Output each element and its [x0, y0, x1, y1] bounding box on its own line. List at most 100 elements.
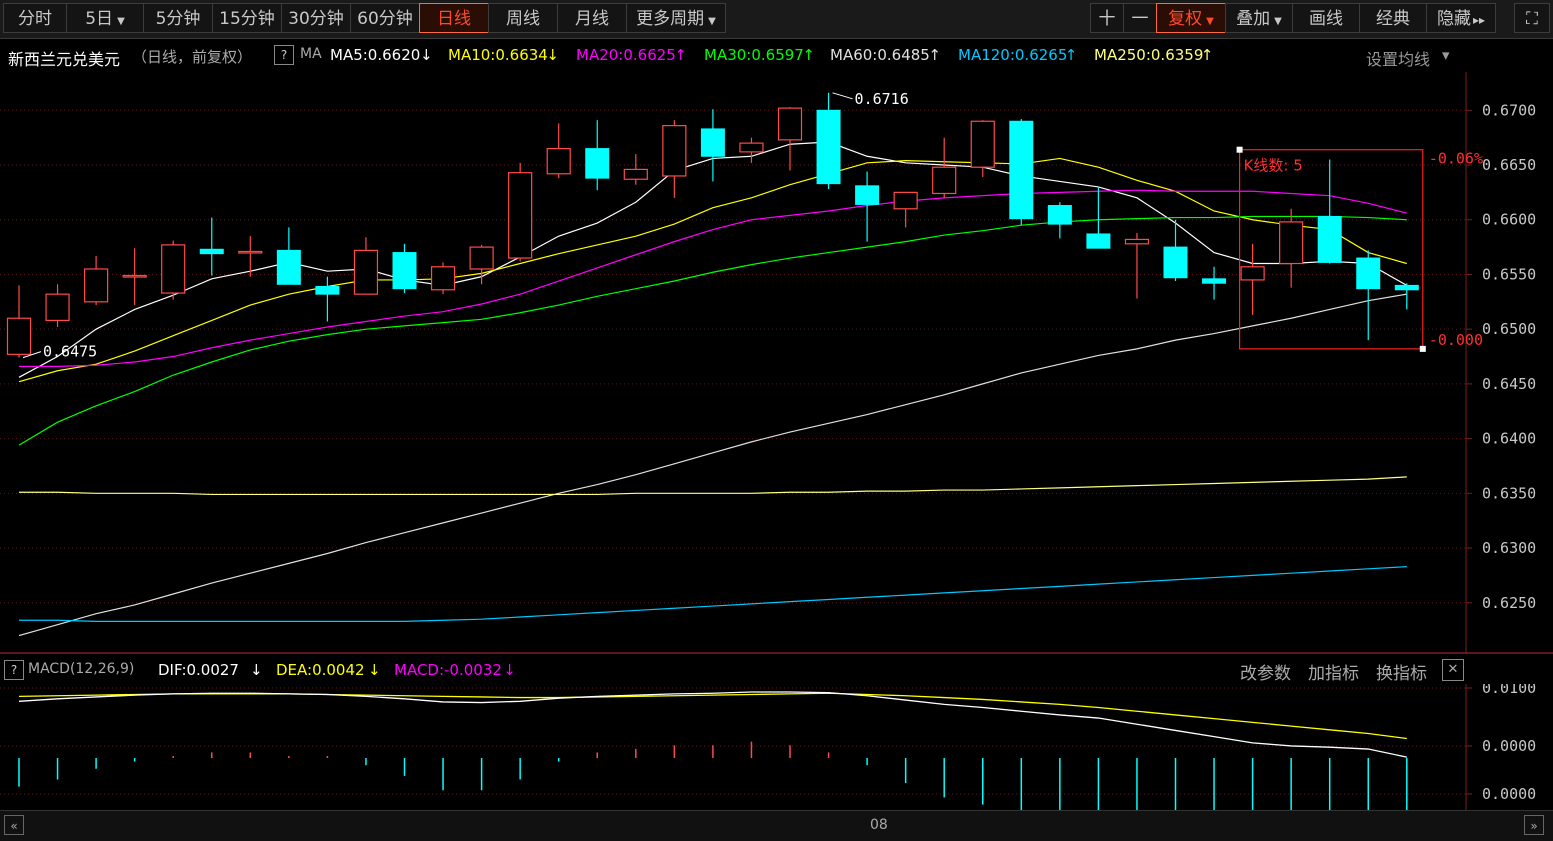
- period-button-5[interactable]: 60分钟: [350, 3, 420, 33]
- candle[interactable]: [45, 284, 70, 327]
- candle[interactable]: [932, 137, 957, 198]
- period-button-7[interactable]: 周线: [488, 3, 558, 33]
- chevron-down-icon: ▼: [1206, 16, 1214, 27]
- ma-value-3: MA30:0.6597: [704, 46, 804, 64]
- ma-line-ma250: [19, 476, 1407, 496]
- candle[interactable]: [1009, 119, 1034, 226]
- macd-chart[interactable]: 0.0100 0.0000 0.0000: [0, 684, 1553, 810]
- candle[interactable]: [83, 255, 109, 306]
- arrow-icon: ↑: [674, 46, 687, 64]
- candle[interactable]: [1124, 232, 1150, 299]
- selection-handle[interactable]: [1419, 345, 1426, 352]
- candle[interactable]: [816, 92, 841, 190]
- candle-body: [546, 148, 571, 175]
- chevron-down-icon: ▼: [117, 16, 125, 27]
- kline-chart[interactable]: 0.6250 0.6300 0.6350 0.6400 0.6450 0.6500 0.65…: [0, 72, 1553, 654]
- candle[interactable]: [392, 243, 417, 294]
- candle[interactable]: [739, 137, 764, 163]
- macd-name: MACD(12,26,9): [28, 661, 135, 677]
- selection-handle[interactable]: [1236, 146, 1243, 153]
- candle[interactable]: [546, 123, 571, 179]
- arrow-icon: ↑: [1200, 46, 1214, 64]
- tool-button-5[interactable]: 经典: [1359, 3, 1427, 33]
- help-glyph: ?: [274, 45, 294, 65]
- close-icon[interactable]: ✕: [1442, 659, 1464, 681]
- candle[interactable]: [777, 107, 803, 171]
- candle[interactable]: [1317, 159, 1342, 264]
- period-label: 周线: [506, 9, 540, 29]
- macd-action-2[interactable]: 换指标: [1376, 659, 1427, 684]
- instrument-subtitle: （日线，前复权）: [132, 48, 253, 66]
- candle-body: [777, 107, 803, 141]
- period-button-2[interactable]: 5分钟: [143, 3, 213, 33]
- candle-body: [1047, 205, 1072, 225]
- arrow-icon: ↑: [802, 46, 815, 64]
- high-label: 0.6716: [855, 90, 909, 108]
- tool-button-1[interactable]: 一: [1123, 3, 1157, 33]
- scroll-left-button[interactable]: «: [4, 815, 24, 835]
- tool-button-6[interactable]: 隐藏 ▸▸: [1426, 3, 1496, 33]
- y-tick-label: 0.6550: [1482, 265, 1536, 283]
- candle[interactable]: [508, 162, 533, 262]
- candle[interactable]: [893, 191, 918, 228]
- candle[interactable]: [585, 120, 610, 191]
- y-tick-label: 0.6300: [1482, 539, 1536, 557]
- candle[interactable]: [315, 276, 340, 322]
- candle[interactable]: [161, 240, 186, 300]
- macd-help-icon[interactable]: ?: [4, 660, 24, 680]
- fullscreen-button[interactable]: ⛶: [1514, 3, 1550, 33]
- candle-body: [83, 268, 109, 303]
- candle[interactable]: [1394, 283, 1419, 310]
- tool-label: 叠加: [1236, 9, 1271, 29]
- candle-body: [392, 252, 417, 290]
- tool-button-0[interactable]: 十: [1090, 3, 1124, 33]
- period-button-0[interactable]: 分时: [3, 3, 67, 33]
- candle[interactable]: [1356, 250, 1381, 341]
- candle[interactable]: [276, 227, 301, 285]
- tool-label: 隐藏: [1436, 9, 1471, 29]
- box-count-label: K线数: 5: [1244, 157, 1303, 175]
- candle[interactable]: [1279, 208, 1304, 288]
- low-label: 0.6475: [43, 343, 97, 361]
- period-button-6[interactable]: 日线: [419, 3, 489, 33]
- candle[interactable]: [353, 237, 379, 295]
- high-pointer: [832, 92, 853, 100]
- help-icon[interactable]: ?: [274, 45, 294, 65]
- candle[interactable]: [662, 120, 687, 198]
- candle-body: [1163, 246, 1188, 279]
- period-label: 月线: [575, 9, 609, 29]
- candle[interactable]: [238, 236, 263, 277]
- candle-body: [238, 250, 263, 254]
- candle[interactable]: [1202, 266, 1227, 300]
- macd-action-0[interactable]: 改参数: [1240, 659, 1291, 684]
- ma-line-ma20: [19, 189, 1407, 367]
- period-button-1[interactable]: 5日 ▼: [66, 3, 144, 33]
- macd-action-1[interactable]: 加指标: [1308, 659, 1359, 684]
- candle[interactable]: [623, 154, 648, 185]
- ma-settings-button[interactable]: 设置均线: [1366, 46, 1430, 70]
- macd-header: ? MACD(12,26,9) DIF:0.0027 ↓ DEA:0.0042 ↓ MACD…: [0, 656, 1553, 684]
- macd-y-tick-label: 0.0000: [1482, 785, 1536, 803]
- period-button-9[interactable]: 更多周期 ▼: [626, 3, 726, 33]
- candle[interactable]: [6, 285, 32, 358]
- period-button-3[interactable]: 15分钟: [212, 3, 282, 33]
- chevron-down-icon: ▼: [708, 16, 716, 27]
- candle[interactable]: [1240, 243, 1265, 315]
- macd-value-0: DIF:0.0027: [158, 661, 239, 679]
- candle[interactable]: [199, 217, 224, 276]
- tool-button-3[interactable]: 叠加 ▼: [1225, 3, 1293, 33]
- scroll-right-button[interactable]: »: [1524, 815, 1544, 835]
- arrow-icon: ↓: [250, 661, 263, 679]
- candle[interactable]: [1047, 202, 1072, 239]
- candle[interactable]: [700, 109, 725, 182]
- tool-button-4[interactable]: 画线: [1292, 3, 1360, 33]
- candle[interactable]: [122, 248, 147, 306]
- period-button-4[interactable]: 30分钟: [281, 3, 351, 33]
- period-button-8[interactable]: 月线: [557, 3, 627, 33]
- candle[interactable]: [1086, 186, 1111, 249]
- candle[interactable]: [430, 262, 456, 295]
- period-label: 日线: [437, 9, 471, 29]
- tool-button-2[interactable]: 复权 ▼: [1156, 3, 1226, 33]
- candle-body: [315, 285, 340, 295]
- candle-body: [1009, 120, 1034, 220]
